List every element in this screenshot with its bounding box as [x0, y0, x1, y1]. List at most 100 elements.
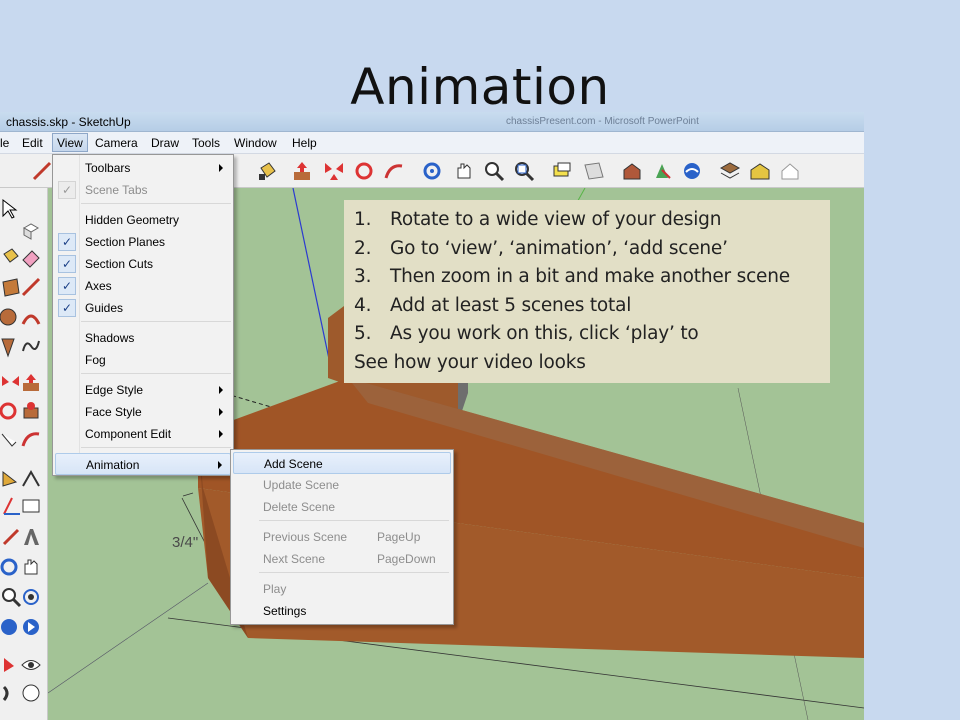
protractor-icon[interactable]	[20, 468, 42, 490]
pan-hand-icon[interactable]	[452, 160, 476, 182]
warehouse-icon[interactable]	[748, 160, 772, 182]
animation-add-scene[interactable]: Add Scene	[233, 452, 451, 474]
components-icon[interactable]	[550, 160, 574, 182]
axes-icon[interactable]	[0, 496, 22, 518]
rotate-left-icon[interactable]	[0, 400, 22, 422]
view-menu-section-cuts[interactable]: ✓ Section Cuts	[55, 253, 231, 275]
title-bar: chassis.skp - SketchUp chassisPresent.co…	[0, 112, 864, 132]
checkmark-icon: ✓	[58, 233, 76, 251]
orbit-icon[interactable]	[420, 160, 444, 182]
line-icon[interactable]	[20, 276, 42, 298]
look-around-icon[interactable]	[20, 654, 42, 676]
animation-submenu: Add Scene Update Scene Delete Scene Prev…	[230, 449, 454, 625]
zoom-extents-icon[interactable]	[20, 586, 42, 608]
menu-window[interactable]: Window	[234, 136, 277, 150]
instruction-step: 3. Then zoom in a bit and make another sc…	[354, 266, 790, 287]
checkmark-icon: ✓	[58, 181, 76, 199]
view-menu-section-planes[interactable]: ✓ Section Planes	[55, 231, 231, 253]
view-menu-face-style[interactable]: Face Style	[55, 401, 231, 423]
submenu-arrow-icon	[219, 386, 223, 394]
view-menu-animation[interactable]: Animation	[55, 453, 231, 475]
eraser-icon[interactable]	[20, 246, 42, 268]
zoom-icon[interactable]	[482, 160, 506, 182]
animation-delete-scene[interactable]: Delete Scene	[233, 496, 451, 518]
view-menu-hidden-geometry[interactable]: Hidden Geometry	[55, 209, 231, 231]
get-models-icon[interactable]	[620, 160, 644, 182]
view-menu-edge-style[interactable]: Edge Style	[55, 379, 231, 401]
share-model-icon[interactable]	[650, 160, 674, 182]
polygon-icon[interactable]	[0, 336, 22, 358]
rectangle-icon[interactable]	[0, 276, 22, 298]
menu-help[interactable]: Help	[292, 136, 317, 150]
offset-left-icon[interactable]	[20, 428, 42, 450]
pushpull-icon[interactable]	[20, 372, 42, 394]
scale-icon[interactable]	[20, 400, 42, 422]
instruction-step: 5. As you work on this, click ‘play’ to	[354, 323, 699, 344]
orbit-left-icon[interactable]	[0, 556, 22, 578]
walk-icon[interactable]	[0, 682, 22, 704]
tape-measure-icon[interactable]	[0, 428, 22, 450]
zoom-window-icon[interactable]	[512, 160, 536, 182]
instruction-step: 2. Go to ‘view’, ‘animation’, ‘add scene’	[354, 237, 728, 259]
3d-text-icon[interactable]	[20, 526, 42, 548]
circle-icon[interactable]	[0, 306, 22, 328]
previous-view-icon[interactable]	[0, 616, 22, 638]
view-menu-toolbars[interactable]: Toolbars	[55, 157, 231, 179]
push-pull-icon[interactable]	[290, 160, 314, 182]
checkmark-icon: ✓	[58, 277, 76, 295]
submenu-arrow-icon	[219, 408, 223, 416]
google-earth-icon[interactable]	[680, 160, 704, 182]
section-cut-icon[interactable]	[0, 526, 22, 548]
left-toolbar	[0, 188, 48, 720]
instructions-box: 1. Rotate to a wide view of your design 2…	[344, 200, 830, 383]
section-plane-icon[interactable]	[582, 160, 606, 182]
layers-icon[interactable]	[718, 160, 742, 182]
make-component-icon[interactable]	[20, 220, 42, 242]
view-menu-shadows[interactable]: Shadows	[55, 327, 231, 349]
menu-bar: le Edit View Camera Draw Tools Window He…	[0, 132, 864, 154]
view-menu-component-edit[interactable]: Component Edit	[55, 423, 231, 445]
animation-play[interactable]: Play	[233, 578, 451, 600]
view-menu-guides[interactable]: ✓ Guides	[55, 297, 231, 319]
animation-next-scene[interactable]: Next Scene PageDown	[233, 548, 451, 570]
instruction-steps: 1. Rotate to a wide view of your design 2…	[354, 206, 820, 349]
view-menu-scene-tabs[interactable]: ✓ Scene Tabs	[55, 179, 231, 201]
menu-file[interactable]: le	[0, 136, 9, 150]
paint-icon[interactable]	[0, 246, 22, 268]
dimension-label: 3/4"	[172, 534, 199, 551]
text-label-icon[interactable]	[20, 496, 42, 518]
animation-previous-scene[interactable]: Previous Scene PageUp	[233, 526, 451, 548]
animation-update-scene[interactable]: Update Scene	[233, 474, 451, 496]
dimension-icon[interactable]	[0, 468, 22, 490]
submenu-arrow-icon	[218, 461, 222, 469]
follow-me-icon[interactable]	[322, 160, 346, 182]
menu-view[interactable]: View	[52, 133, 88, 152]
checkmark-icon: ✓	[58, 255, 76, 273]
sun-icon[interactable]	[20, 682, 42, 704]
next-view-icon[interactable]	[20, 616, 42, 638]
pencil-icon[interactable]	[30, 160, 54, 182]
paint-bucket-icon[interactable]	[255, 160, 279, 182]
animation-settings[interactable]: Settings	[233, 600, 451, 622]
instruction-step: 1. Rotate to a wide view of your design	[354, 209, 722, 230]
menu-tools[interactable]: Tools	[192, 136, 220, 150]
rotate-icon[interactable]	[352, 160, 376, 182]
menu-edit[interactable]: Edit	[22, 136, 43, 150]
arc-icon[interactable]	[20, 306, 42, 328]
menu-draw[interactable]: Draw	[151, 136, 179, 150]
window-title: chassis.skp - SketchUp	[6, 115, 131, 129]
view-menu-fog[interactable]: Fog	[55, 349, 231, 371]
checkmark-icon: ✓	[58, 299, 76, 317]
menu-camera[interactable]: Camera	[95, 136, 138, 150]
position-camera-icon[interactable]	[0, 654, 22, 676]
view-menu-axes[interactable]: ✓ Axes	[55, 275, 231, 297]
pan-left-icon[interactable]	[20, 556, 42, 578]
select-arrow-icon[interactable]	[0, 198, 22, 220]
zoom-left-icon[interactable]	[0, 586, 22, 608]
freehand-icon[interactable]	[20, 336, 42, 358]
instruction-tail: See how your video looks	[354, 351, 586, 373]
background-window-title: chassisPresent.com - Microsoft PowerPoin…	[506, 116, 699, 127]
house-outline-icon[interactable]	[778, 160, 802, 182]
offset-icon[interactable]	[382, 160, 406, 182]
move-icon[interactable]	[0, 372, 22, 394]
